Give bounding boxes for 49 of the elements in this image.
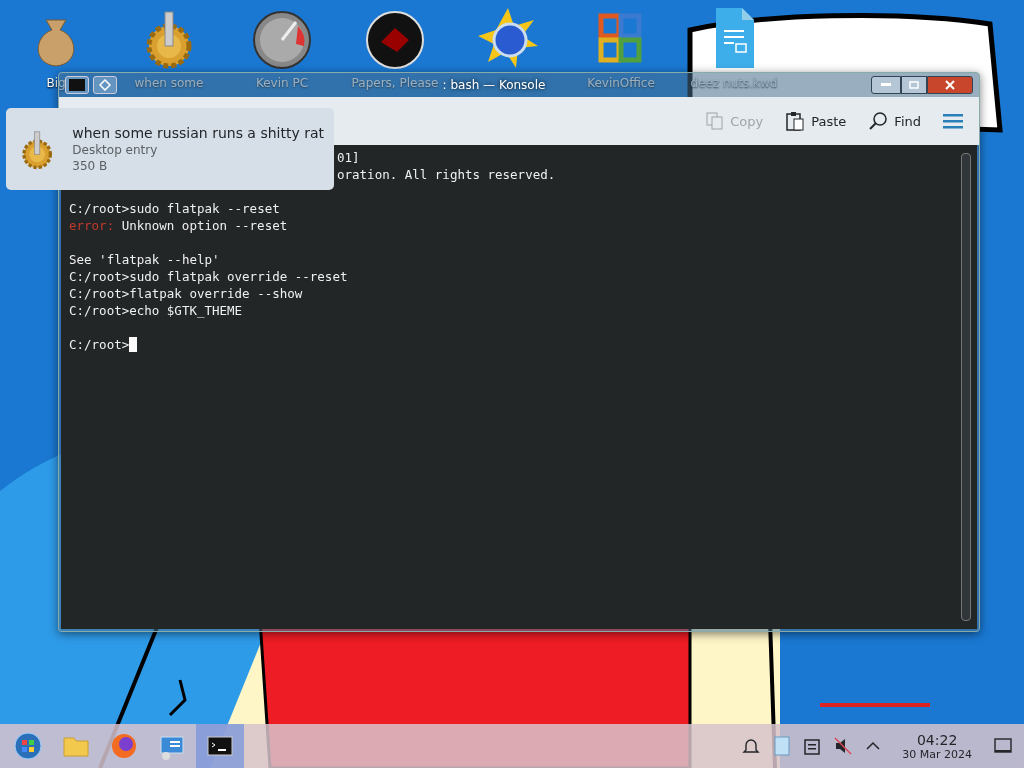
text-cursor: [129, 337, 138, 352]
diamond-icon: [99, 79, 111, 91]
desktop-icon-label[interactable]: Papers, Please: [351, 76, 439, 90]
terminal-line: C:/root>sudo flatpak --reset: [69, 200, 280, 217]
terminal-line: Unknown option --reset: [121, 217, 288, 234]
minimize-button[interactable]: [871, 76, 901, 94]
terminal-line: oration. All rights reserved.: [337, 166, 556, 183]
desktop-icon-label[interactable]: Kevin PC: [255, 76, 309, 90]
clipboard-icon[interactable]: [804, 737, 821, 755]
toolbar-button[interactable]: Paste: [783, 109, 849, 133]
window-title: : bash — Konsole: [442, 78, 546, 92]
terminal-line: C:/root>echo $GTK_THEME: [69, 302, 243, 319]
terminal-line: 01]: [337, 149, 360, 166]
desktop-icon-label[interactable]: KevinOffice: [587, 76, 655, 90]
file-size: 350 B: [72, 159, 109, 173]
muted-speaker-icon[interactable]: [834, 737, 853, 755]
start-orb-icon: [14, 732, 42, 760]
clock-date: 30 Mar 2024: [902, 747, 972, 761]
chevron-up-icon[interactable]: [866, 741, 881, 751]
sun-globe-icon: [476, 6, 540, 70]
menu-button[interactable]: [941, 111, 965, 131]
terminal-line: C:/root>flatpak override --show: [69, 285, 303, 302]
window-menu-button[interactable]: [65, 76, 89, 94]
terminal-line: C:/root>sudo flatpak override --reset: [69, 268, 348, 285]
terminal-line: See 'flatpak --help': [69, 251, 220, 268]
error-label: error:: [69, 217, 115, 234]
file-type: Desktop entry: [72, 143, 159, 157]
maximize-icon: [909, 81, 919, 89]
clock-time: 04:22: [916, 731, 958, 748]
show-desktop-icon[interactable]: [994, 738, 1012, 754]
clock[interactable]: 04:22 30 Mar 2024: [894, 731, 980, 761]
scrollbar[interactable]: [961, 153, 971, 621]
close-button[interactable]: [927, 76, 973, 94]
search-icon: [868, 111, 889, 131]
clipboard-icon: [785, 111, 806, 131]
terminal-icon: [69, 79, 85, 91]
maximize-button[interactable]: [901, 76, 927, 94]
taskbar-button[interactable]: [196, 724, 244, 768]
desktop-icon-label[interactable]: when some: [134, 76, 204, 90]
browser-icon: [110, 732, 138, 760]
toolbar-button[interactable]: Find: [866, 109, 923, 133]
tooltip-title: when some russian runs a shitty rat: [72, 125, 324, 141]
menu-icon: [943, 113, 963, 129]
terminal-line: C:/root>: [69, 336, 130, 353]
close-icon: [945, 80, 955, 90]
copy-icon: [706, 112, 725, 130]
bell-icon[interactable]: [742, 737, 761, 755]
minimize-icon: [881, 83, 891, 87]
desktop-icon-label[interactable]: Big: [46, 76, 66, 90]
